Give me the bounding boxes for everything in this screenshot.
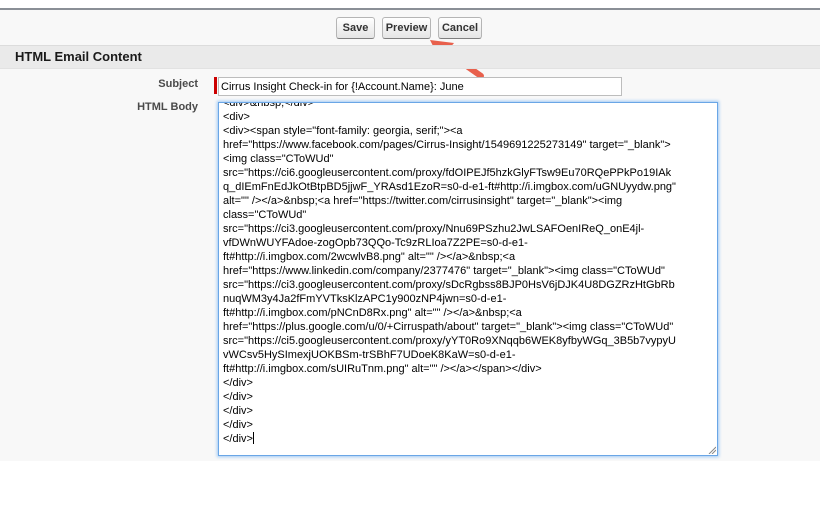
code-line: src="https://ci5.googleusercontent.com/p… <box>223 335 676 347</box>
code-line: </div> <box>223 377 253 389</box>
button-bar: Save Preview Cancel <box>0 17 820 41</box>
code-line: ft#http://i.imgbox.com/pNCnD8Rx.png" alt… <box>223 307 522 319</box>
preview-button[interactable]: Preview <box>382 17 431 39</box>
required-indicator <box>214 77 217 94</box>
code-line: </div> <box>223 391 253 403</box>
edit-page: Save Preview Cancel HTML Email Content S… <box>0 10 820 461</box>
subject-input[interactable] <box>218 77 622 96</box>
html-body-content[interactable]: <div>&nbsp;</div> <div> <div><span style="… <box>223 102 713 446</box>
code-line: src="https://ci3.googleusercontent.com/p… <box>223 223 645 235</box>
text-caret <box>252 432 254 444</box>
code-line: href="https://plus.google.com/u/0/+Cirru… <box>223 321 674 333</box>
code-line: href="https://www.linkedin.com/company/2… <box>223 265 665 277</box>
code-line: <div> <box>223 111 250 123</box>
section-header: HTML Email Content <box>0 45 820 69</box>
code-line: ft#http://i.imgbox.com/2wcwlvB8.png" alt… <box>223 251 516 263</box>
html-body-textarea[interactable]: <div>&nbsp;</div> <div> <div><span style="… <box>218 102 718 456</box>
code-line: href="https://www.facebook.com/pages/Cir… <box>223 139 671 151</box>
code-line: class="CToWUd" <box>223 209 307 221</box>
code-line: </div> <box>223 419 253 431</box>
resize-grip-icon[interactable] <box>708 446 716 454</box>
save-button[interactable]: Save <box>336 17 375 39</box>
code-line: src="https://ci6.googleusercontent.com/p… <box>223 167 672 179</box>
code-line: src="https://ci3.googleusercontent.com/p… <box>223 279 675 291</box>
code-line: ft#http://i.imgbox.com/sUIRuTnm.png" alt… <box>223 363 542 375</box>
code-line: <div>&nbsp;</div> <box>223 102 315 109</box>
code-line: alt="" /></a>&nbsp;<a href="https://twit… <box>223 195 623 207</box>
section-title: HTML Email Content <box>15 49 142 64</box>
code-line: q_dIEmFnEdJkOtBtpBD5jjwF_YRAsd1EzoR=s0-d… <box>223 181 676 193</box>
code-line: vWCsv5HySImexjUOKBSm-trSBhF7UDoeK8KaW=s0… <box>223 349 516 361</box>
code-line: </div> <box>223 405 253 417</box>
code-line: nuqWM3y4Ja2fFmYVTksKlzAPC1y900zNP4jwn=s0… <box>223 293 507 305</box>
code-line: </div> <box>223 432 254 445</box>
code-line: <img class="CToWUd" <box>223 153 334 165</box>
subject-label: Subject <box>158 78 198 90</box>
code-line: vfDWnWUYFAdoe-zogOpb73QQo-Tc9zRLIoa7Z2PE… <box>223 237 528 249</box>
code-line: <div><span style="font-family: georgia, … <box>223 125 463 137</box>
html-body-label: HTML Body <box>137 101 198 113</box>
